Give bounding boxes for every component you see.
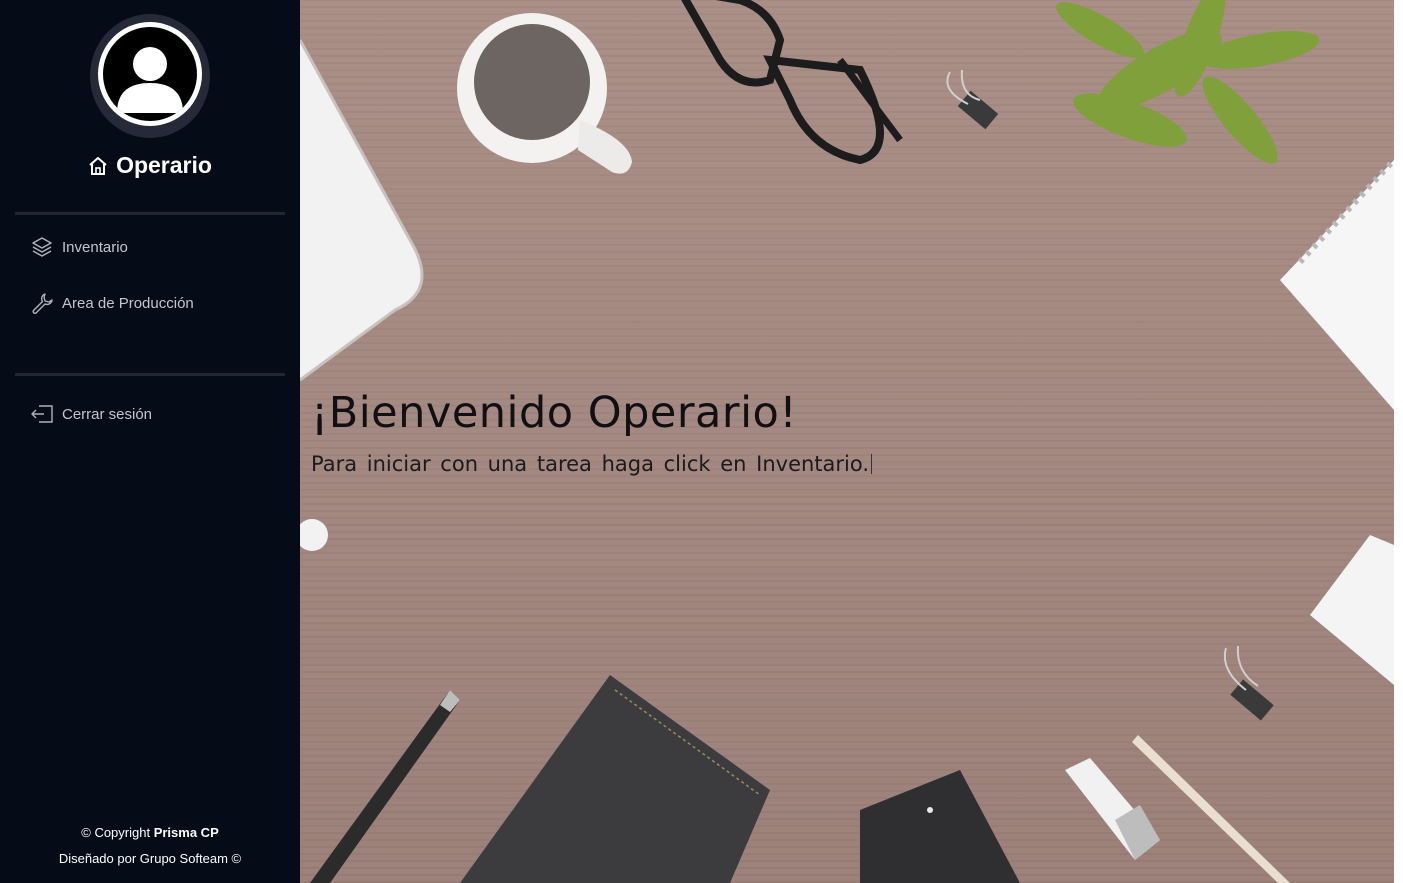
role-title: Operario — [0, 152, 300, 179]
sidebar-item-label: Area de Producción — [62, 294, 194, 312]
brand-name: Prisma CP — [153, 825, 219, 840]
role-label: Operario — [116, 152, 212, 178]
home-icon — [89, 157, 107, 175]
copyright: © Copyright Prisma CP — [81, 825, 219, 840]
sidebar-item-inventario[interactable]: Inventario — [30, 235, 128, 259]
desk-background-image — [300, 0, 1394, 883]
page-edge — [1394, 0, 1403, 883]
wrench-icon — [30, 291, 54, 315]
logout-icon — [30, 402, 54, 426]
user-icon — [117, 47, 183, 113]
welcome-title: ¡Bienvenido Operario! — [311, 388, 798, 438]
layers-icon — [30, 235, 54, 259]
avatar — [90, 14, 210, 138]
sidebar-item-area-produccion[interactable]: Area de Producción — [30, 291, 194, 315]
divider — [15, 373, 285, 376]
main-content: ¡Bienvenido Operario! Para iniciar con u… — [300, 0, 1394, 883]
welcome-subtitle: Para iniciar con una tarea haga click en… — [311, 452, 873, 476]
logout-button[interactable]: Cerrar sesión — [30, 402, 152, 426]
designed-by: Diseñado por Grupo Softeam © — [58, 851, 242, 866]
sidebar-item-label: Inventario — [62, 238, 128, 256]
logout-label: Cerrar sesión — [62, 405, 153, 423]
divider — [15, 212, 285, 215]
sidebar: Operario Inventario Area de Producción C… — [0, 0, 300, 883]
text-cursor — [871, 454, 873, 474]
